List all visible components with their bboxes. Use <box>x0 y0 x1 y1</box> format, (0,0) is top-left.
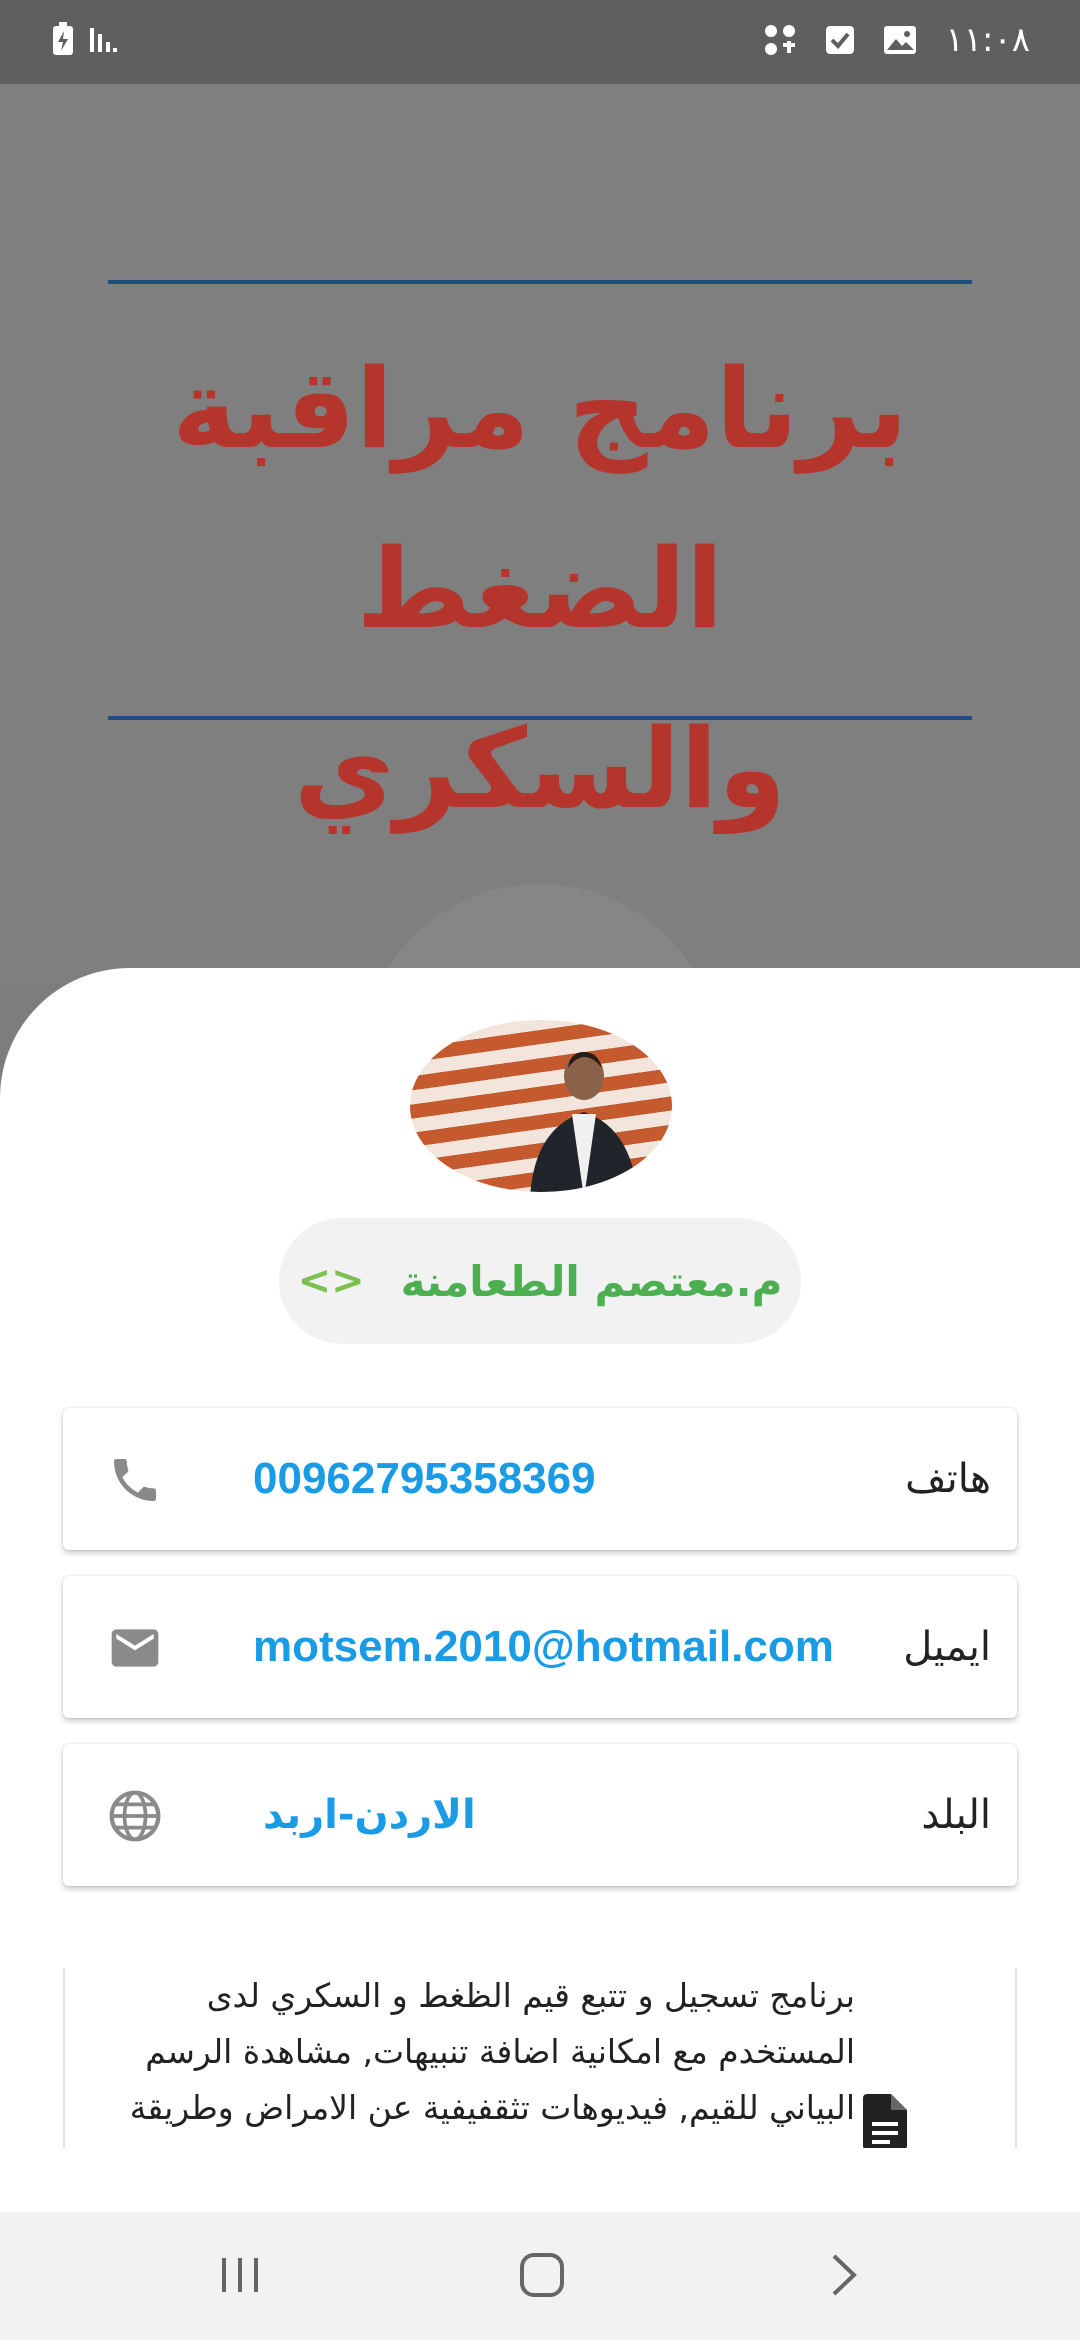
email-label: ايميل <box>903 1624 991 1670</box>
email-value[interactable]: motsem.2010@hotmail.com <box>253 1576 834 1718</box>
app-description: برنامج تسجيل و تتبع قيم الظغط و السكري ل… <box>95 1968 855 2136</box>
splash-background: برنامج مراقبة الضغط والسكري <box>0 84 1080 1244</box>
phone-card[interactable]: 00962795358369 هاتف <box>63 1408 1017 1550</box>
mail-icon <box>107 1620 163 1676</box>
navigation-bar <box>0 2212 1080 2340</box>
gallery-icon <box>883 25 917 55</box>
avatar <box>410 1020 672 1192</box>
status-bar: ١١:٠٨ <box>0 0 1080 84</box>
signal-icon <box>88 24 118 54</box>
phone-value[interactable]: 00962795358369 <box>253 1408 596 1550</box>
title-divider-bottom <box>108 716 972 720</box>
developer-name: م.معتصم الطعامنة <box>400 1256 783 1306</box>
recents-icon[interactable] <box>218 2250 262 2304</box>
status-left <box>52 22 118 56</box>
email-card[interactable]: motsem.2010@hotmail.com ايميل <box>63 1576 1017 1718</box>
app-description-card: برنامج تسجيل و تتبع قيم الظغط و السكري ل… <box>63 1968 1017 2148</box>
document-icon <box>863 2094 907 2148</box>
about-bottom-sheet: <> م.معتصم الطعامنة 00962795358369 هاتف … <box>0 968 1080 2212</box>
battery-charging-icon <box>52 22 74 56</box>
phone-label: هاتف <box>905 1456 991 1502</box>
app-grid-icon <box>763 23 797 57</box>
globe-icon <box>107 1788 163 1844</box>
phone-icon <box>107 1452 163 1508</box>
country-label: البلد <box>921 1792 991 1838</box>
back-icon[interactable] <box>826 2250 862 2304</box>
app-title: برنامج مراقبة الضغط والسكري <box>108 319 972 859</box>
developer-name-chip[interactable]: <> م.معتصم الطعامنة <box>279 1218 801 1344</box>
app-description-line1: برنامج تسجيل و تتبع قيم الظغط و السكري ل… <box>206 1976 855 2015</box>
app-description-line2: المستخدم مع امكانية اضافة تنبيهات, مشاهد… <box>145 2032 855 2071</box>
status-right: ١١:٠٨ <box>763 20 1030 60</box>
home-icon[interactable] <box>517 2250 567 2304</box>
code-icon: <> <box>297 1258 365 1304</box>
app-description-line3: البياني للقيم, فيديوهات تثقفيفية عن الام… <box>129 2088 855 2127</box>
country-card[interactable]: الاردن-اربد البلد <box>63 1744 1017 1886</box>
country-value[interactable]: الاردن-اربد <box>263 1744 476 1886</box>
status-time: ١١:٠٨ <box>945 20 1030 60</box>
checkbox-icon <box>825 25 855 55</box>
avatar-person-image <box>530 1052 638 1192</box>
app-title-line1: برنامج مراقبة <box>172 345 908 473</box>
title-divider-top <box>108 280 972 284</box>
app-title-line2: الضغط والسكري <box>293 525 787 833</box>
